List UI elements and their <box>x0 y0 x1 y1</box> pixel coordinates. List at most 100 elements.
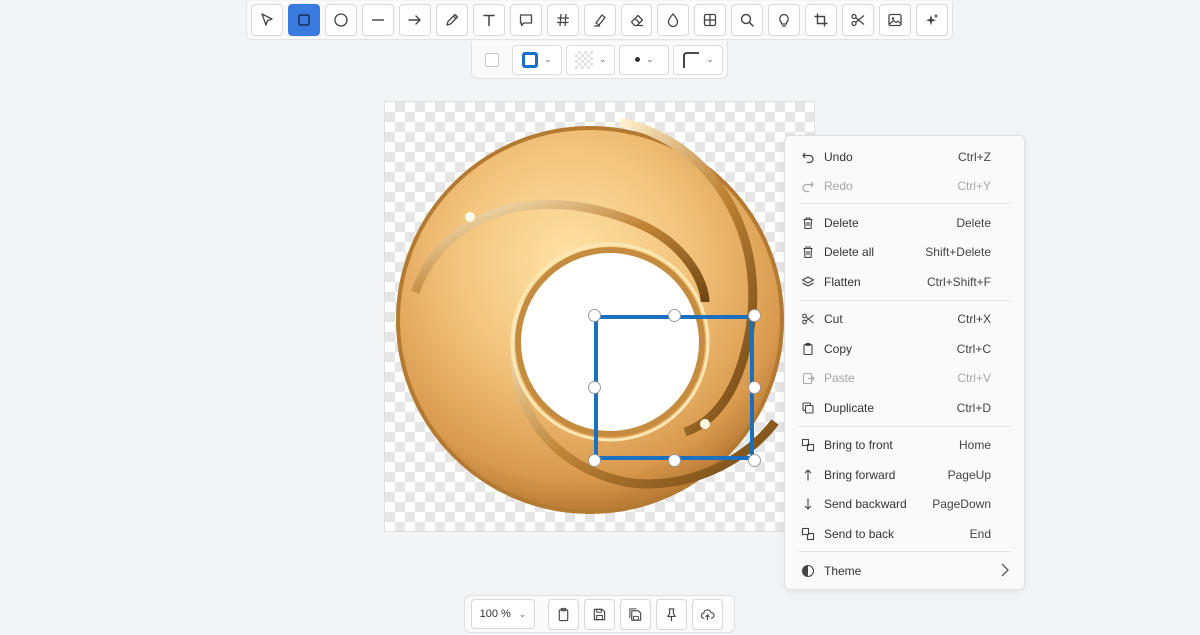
shadow-toggle[interactable] <box>476 45 508 75</box>
menu-item-bring-to-front[interactable]: Bring to front Home <box>785 431 1024 459</box>
pixelate-tool-button[interactable] <box>694 4 727 36</box>
sticker-tool-button[interactable] <box>916 4 949 36</box>
highlighter-icon <box>593 14 606 27</box>
chevron-down-icon: ⌄ <box>646 54 654 64</box>
save-as-button[interactable] <box>620 598 651 630</box>
border-color-picker[interactable]: ⌄ <box>511 44 562 75</box>
sparkles-icon <box>926 13 939 26</box>
bring-to-front-icon <box>801 438 815 452</box>
arrow-down-icon <box>804 498 812 510</box>
resize-handle-bottom-left[interactable] <box>588 454 601 467</box>
menu-item-shortcut: PageUp <box>947 468 991 482</box>
fill-color-picker[interactable]: ⌄ <box>565 44 616 75</box>
resize-handle-top-left[interactable] <box>588 309 601 322</box>
resize-handle-bottom-right[interactable] <box>748 454 761 467</box>
image-tool-button[interactable] <box>879 4 912 36</box>
eraser-icon <box>630 14 643 27</box>
scissors-icon <box>802 313 814 325</box>
ellipse-tool-button[interactable] <box>324 4 357 36</box>
menu-item-shortcut: PageDown <box>932 497 991 511</box>
menu-item-delete[interactable]: Delete Delete <box>785 209 1024 237</box>
line-tool-button[interactable] <box>361 4 394 36</box>
resize-handle-bottom[interactable] <box>668 454 681 467</box>
pin-icon <box>667 607 676 621</box>
checkbox-icon <box>484 52 499 67</box>
menu-item-shortcut: Delete <box>956 216 991 230</box>
menu-item-copy[interactable]: Copy Ctrl+C <box>785 335 1024 363</box>
resize-handle-right[interactable] <box>748 381 761 394</box>
redo-icon <box>802 181 814 193</box>
copy-to-clipboard-button[interactable] <box>548 598 579 630</box>
crop-icon <box>814 13 828 27</box>
scissors-icon <box>851 13 865 27</box>
menu-item-theme[interactable]: Theme <box>785 557 1024 585</box>
chevron-right-icon <box>1000 562 1010 581</box>
context-menu: Undo Ctrl+Z Redo Ctrl+Y Delete Delete De… <box>784 135 1025 590</box>
menu-item-redo[interactable]: Redo Ctrl+Y <box>785 172 1024 200</box>
trash-icon <box>803 217 813 230</box>
menu-item-flatten[interactable]: Flatten Ctrl+Shift+F <box>785 268 1024 296</box>
callout-tool-button[interactable] <box>509 4 542 36</box>
cursor-icon <box>261 13 273 26</box>
arrow-tool-button[interactable] <box>398 4 431 36</box>
menu-item-shortcut: Ctrl+Y <box>957 179 991 193</box>
menu-divider <box>799 551 1010 552</box>
blur-tool-button[interactable] <box>657 4 690 36</box>
magnifier-tool-button[interactable] <box>731 4 764 36</box>
menu-item-bring-forward[interactable]: Bring forward PageUp <box>785 461 1024 489</box>
clipboard-icon <box>558 607 569 621</box>
menu-item-delete-all[interactable]: Delete all Shift+Delete <box>785 238 1024 266</box>
bottom-toolbar: 100 % ⌄ <box>464 595 735 633</box>
highlighter-tool-button[interactable] <box>583 4 616 36</box>
spotlight-tool-button[interactable] <box>768 4 801 36</box>
text-tool-button[interactable] <box>472 4 505 36</box>
counter-tool-button[interactable] <box>546 4 579 36</box>
eraser-tool-button[interactable] <box>620 4 653 36</box>
menu-item-send-to-back[interactable]: Send to back End <box>785 520 1024 548</box>
undo-icon <box>802 152 814 164</box>
pin-button[interactable] <box>656 598 687 630</box>
chevron-down-icon: ⌄ <box>598 54 607 64</box>
menu-divider <box>799 203 1010 204</box>
pencil-tool-button[interactable] <box>435 4 468 36</box>
menu-item-shortcut: Ctrl+D <box>956 401 991 415</box>
menu-item-send-backward[interactable]: Send backward PageDown <box>785 490 1024 518</box>
menu-divider <box>799 300 1010 301</box>
border-size-picker[interactable]: ⌄ <box>619 44 670 75</box>
chevron-down-icon: ⌄ <box>706 54 714 64</box>
menu-item-label: Theme <box>824 564 862 578</box>
circle-icon <box>334 13 348 27</box>
menu-item-shortcut: Ctrl+Z <box>958 150 991 164</box>
crop-tool-button[interactable] <box>805 4 838 36</box>
zoom-dropdown[interactable]: 100 % ⌄ <box>471 599 535 629</box>
resize-handle-left[interactable] <box>588 381 601 394</box>
menu-item-label: Redo <box>824 179 853 193</box>
select-tool-button[interactable] <box>251 4 283 36</box>
menu-item-undo[interactable]: Undo Ctrl+Z <box>785 143 1024 171</box>
menu-item-shortcut: Ctrl+Shift+F <box>926 275 991 289</box>
line-icon <box>371 19 384 21</box>
menu-item-label: Bring to front <box>824 438 893 452</box>
speech-bubble-icon <box>519 14 532 27</box>
corner-radius-picker[interactable]: ⌄ <box>673 44 723 75</box>
cut-out-tool-button[interactable] <box>842 4 875 36</box>
zoom-value: 100 % <box>479 608 511 620</box>
transparent-fill-swatch-icon <box>574 50 593 69</box>
menu-item-label: Duplicate <box>824 401 875 415</box>
save-icon <box>593 608 606 620</box>
menu-item-duplicate[interactable]: Duplicate Ctrl+D <box>785 394 1024 422</box>
magnifier-icon <box>741 13 755 27</box>
upload-button[interactable] <box>692 598 723 630</box>
save-button[interactable] <box>584 598 615 630</box>
menu-item-paste[interactable]: Paste Ctrl+V <box>785 364 1024 392</box>
menu-item-shortcut: Ctrl+C <box>956 342 991 356</box>
menu-item-label: Flatten <box>824 275 861 289</box>
resize-handle-top[interactable] <box>668 309 681 322</box>
selected-rectangle-shape[interactable] <box>594 315 754 460</box>
cloud-upload-icon <box>700 608 715 620</box>
resize-handle-top-right[interactable] <box>748 309 761 322</box>
menu-item-cut[interactable]: Cut Ctrl+X <box>785 305 1024 333</box>
rectangle-tool-button[interactable] <box>287 4 320 36</box>
theme-icon <box>801 564 815 578</box>
trash-icon <box>803 246 813 259</box>
